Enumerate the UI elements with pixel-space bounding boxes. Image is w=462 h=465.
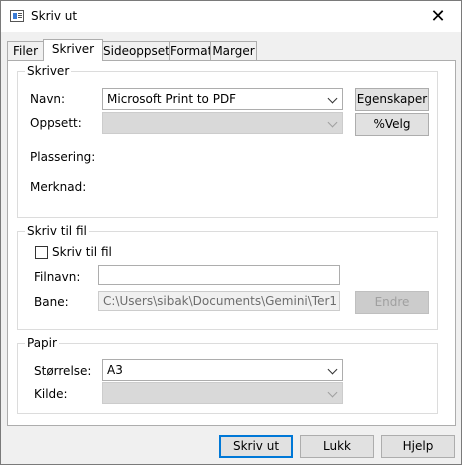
print-to-file-group-label: Skriv til fil	[25, 224, 89, 238]
filename-label: Filnavn:	[34, 270, 81, 284]
window-title: Skriv ut	[31, 9, 78, 23]
close-button[interactable]: Lukk	[300, 435, 374, 458]
change-button[interactable]: Endre	[355, 291, 429, 314]
location-label: Plassering:	[30, 150, 96, 164]
print-to-file-checkbox[interactable]	[35, 246, 48, 259]
print-to-file-group: Skriv til fil Skriv til fil Filnavn: Ban…	[17, 224, 438, 330]
printer-setup-dropdown[interactable]	[102, 112, 343, 134]
help-button[interactable]: Hjelp	[381, 435, 455, 458]
chevron-down-icon	[327, 364, 338, 375]
chevron-down-icon	[327, 387, 338, 398]
source-label: Kilde:	[34, 387, 68, 401]
name-label: Navn:	[30, 92, 66, 106]
paper-group: Papir Størrelse: A3 Kilde:	[17, 336, 438, 414]
print-dialog-icon	[10, 10, 24, 22]
select-button[interactable]: %Velg	[355, 113, 429, 136]
path-value: C:\Users\sibak\Documents\Gemini\Ter16\Da…	[103, 294, 337, 308]
printer-group-label: Skriver	[25, 64, 72, 78]
path-label: Bane:	[34, 295, 69, 309]
tab-sideoppsett[interactable]: Sideoppsett	[102, 41, 175, 60]
path-input[interactable]: C:\Users\sibak\Documents\Gemini\Ter16\Da…	[98, 291, 340, 311]
size-label: Størrelse:	[34, 364, 92, 378]
print-dialog: Skriv ut ✕ Filer Skriver Sideoppsett For…	[0, 0, 462, 465]
tab-format[interactable]: Format	[169, 41, 212, 60]
title-bar: Skriv ut ✕	[1, 1, 461, 32]
printer-group: Skriver Navn: Microsoft Print to PDF Ege…	[17, 64, 438, 218]
chevron-down-icon	[327, 117, 338, 128]
chevron-down-icon	[327, 93, 338, 104]
tab-skriver[interactable]: Skriver	[43, 39, 103, 61]
print-button[interactable]: Skriv ut	[219, 435, 293, 458]
print-to-file-checkbox-label: Skriv til fil	[52, 245, 112, 259]
comment-label: Merknad:	[30, 180, 87, 194]
setup-label: Oppsett:	[30, 116, 82, 130]
properties-button[interactable]: Egenskaper	[355, 88, 429, 111]
filename-input[interactable]	[98, 265, 340, 285]
paper-size-dropdown[interactable]: A3	[102, 359, 343, 381]
printer-name-dropdown[interactable]: Microsoft Print to PDF	[102, 88, 343, 110]
paper-source-dropdown[interactable]	[102, 382, 343, 404]
printer-name-value: Microsoft Print to PDF	[107, 92, 237, 106]
close-icon[interactable]: ✕	[415, 1, 461, 32]
tab-marger[interactable]: Marger	[210, 41, 257, 60]
paper-size-value: A3	[107, 363, 123, 377]
paper-group-label: Papir	[25, 336, 59, 350]
tab-filer[interactable]: Filer	[7, 41, 44, 60]
tab-panel-skriver: Skriver Navn: Microsoft Print to PDF Ege…	[7, 60, 456, 426]
